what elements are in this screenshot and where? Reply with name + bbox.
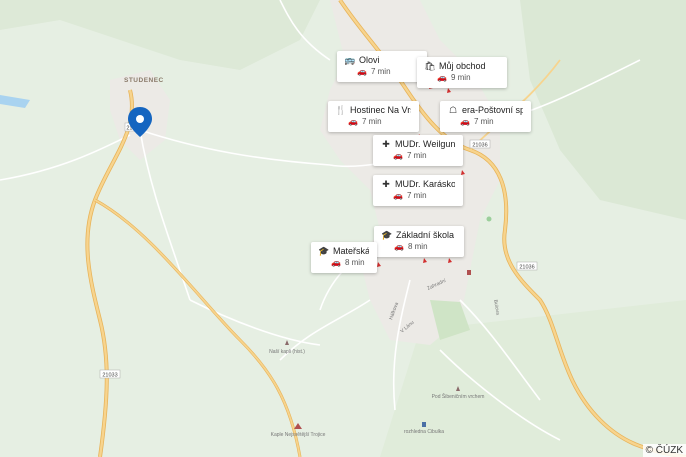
place-name: MUDr. Karásková ... [395,179,455,189]
travel-time: 7 min [406,151,427,160]
poi-label: rozhledna Cibulka [404,429,444,435]
travel-time: 8 min [407,242,428,251]
place-name: Můj obchod [439,61,486,71]
bus-icon: 🚌 [345,55,356,65]
place-name: MUDr. Weilguny Iva [395,139,455,149]
car-icon: 🚗 [437,73,447,82]
town-label: STUDENEC [124,77,164,84]
car-icon: 🚗 [357,67,367,76]
travel-time: 8 min [344,258,365,267]
car-icon: 🚗 [394,242,404,251]
restaurant-icon: 🍴 [336,105,347,115]
place-name: era-Poštovní spoř... [462,105,523,115]
poi-label: Naší kapli (hist.) [269,349,305,355]
place-name: Mateřská škola [333,246,369,256]
place-name: Základní škola Ol... [396,230,456,240]
park-icon [486,216,492,222]
place-name: Hostinec Na Vršku [350,105,411,115]
map-copyright[interactable]: © ČÚZK [642,444,686,457]
place-card[interactable]: 🚌 Olovi 🚗 7 min [337,51,427,82]
place-card[interactable]: 🛍 Můj obchod 🚗 9 min [417,57,507,88]
car-icon: 🚗 [460,117,470,126]
road-number: 21036 [472,143,487,149]
place-card[interactable]: ☖ era-Poštovní spoř... 🚗7 min [440,101,531,132]
school-icon: 🎓 [319,246,330,256]
place-name: Olovi [359,55,380,65]
school-icon: 🎓 [382,230,393,240]
travel-time: 7 min [406,191,427,200]
place-card[interactable]: 🎓Základní škola Ol... 🚗8 min [374,226,464,257]
building-icon [467,270,471,275]
car-icon: 🚗 [393,191,403,200]
car-icon: 🚗 [331,258,341,267]
travel-time: 7 min [473,117,494,126]
place-card[interactable]: 🍴Hostinec Na Vršku 🚗7 min [328,101,419,132]
travel-time: 7 min [370,67,391,76]
medical-icon: ✚ [382,179,390,189]
medical-icon: ✚ [382,139,390,149]
place-card[interactable]: ✚ MUDr. Weilguny Iva 🚗7 min [373,135,463,166]
place-card[interactable]: 🎓Mateřská škola 🚗8 min [311,242,377,273]
travel-time: 9 min [450,73,471,82]
shop-icon: 🛍 [425,61,436,71]
car-icon: 🚗 [348,117,358,126]
bank-icon: ☖ [448,105,458,115]
poi-label: Kaple Nejsvětější Trojice [271,432,326,438]
road-number: 21033 [102,373,117,379]
road-number: 21036 [519,265,534,271]
travel-time: 7 min [361,117,382,126]
car-icon: 🚗 [393,151,403,160]
poi-label: Pod Šibeničním vrchem [432,393,485,400]
tower-icon [422,422,426,427]
place-card[interactable]: ✚ MUDr. Karásková ... 🚗7 min [373,175,463,206]
